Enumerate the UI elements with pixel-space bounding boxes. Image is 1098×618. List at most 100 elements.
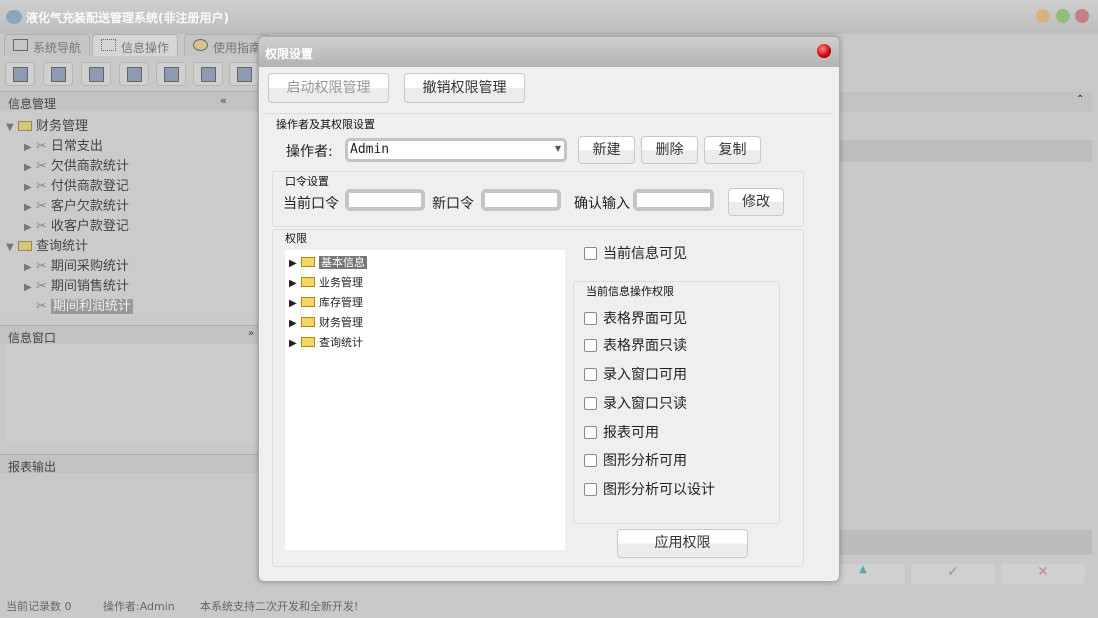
cancel-button[interactable]: ✕ <box>1000 563 1086 585</box>
info-tree: ▼ 财务管理 ▶ ✂ 日常支出 ▶ ✂ 欠供商款统计 ▶ ✂ 付供商款登记 ▶ ✂ 客户欠款统计 ▶ ✂ 收客户… <box>0 112 258 317</box>
app-logo-icon <box>6 10 22 24</box>
search-icon <box>13 67 28 82</box>
operation-permission-checkbox[interactable]: 图形分析可用 <box>584 450 687 470</box>
tool-icon: ✂ <box>36 159 47 174</box>
status-records: 当前记录数 0 <box>6 600 72 613</box>
tree-item[interactable]: ▶ ✂ 付供商款登记 <box>24 175 129 194</box>
tree-item[interactable]: ▶ ✂ 日常支出 <box>24 135 103 154</box>
toolbar-screen-button[interactable] <box>156 62 186 86</box>
document-icon <box>89 67 104 82</box>
enable-permission-button[interactable]: 启动权限管理 <box>268 73 389 103</box>
permission-tree-item[interactable]: ▶ 财务管理 <box>289 314 363 330</box>
divider <box>262 113 834 114</box>
new-operator-button[interactable]: 新建 <box>578 136 635 164</box>
collapse-icon[interactable]: « <box>220 94 227 107</box>
current-password-input[interactable] <box>345 189 425 211</box>
expand-arrow-icon[interactable]: ▶ <box>289 278 301 289</box>
password-group-label: 口令设置 <box>285 175 329 188</box>
new-password-label: 新口令 <box>432 196 474 212</box>
tree-item[interactable]: ▶ ✂ 欠供商款统计 <box>24 155 129 174</box>
toolbar-window-button[interactable] <box>229 62 259 86</box>
app-title: 液化气充装配送管理系统(非注册用户) <box>26 11 229 25</box>
operator-group-label: 操作者及其权限设置 <box>276 118 375 131</box>
permission-tree-item[interactable]: ▶ 业务管理 <box>289 274 363 290</box>
expand-arrow-icon[interactable]: ▶ <box>24 282 36 293</box>
expand-arrow-icon[interactable]: ▶ <box>24 162 36 173</box>
checkbox-icon <box>584 368 597 381</box>
tree-item[interactable]: ✂ 期间利润统计 <box>24 295 133 314</box>
expand-arrow-icon[interactable]: ▶ <box>24 142 36 153</box>
help-icon <box>193 39 208 51</box>
operation-permission-checkbox[interactable]: 报表可用 <box>584 422 659 442</box>
collapse-up-icon[interactable]: ⌃ <box>1076 94 1084 105</box>
dialog-close-icon[interactable] <box>817 44 831 58</box>
copy-operator-button[interactable]: 复制 <box>704 136 761 164</box>
expand-arrow-icon[interactable]: ▶ <box>289 338 301 349</box>
list-icon <box>51 67 66 82</box>
expand-arrow-icon[interactable]: ▶ <box>289 318 301 329</box>
modify-password-button[interactable]: 修改 <box>728 188 784 216</box>
checkbox-icon <box>584 312 597 325</box>
screen-icon <box>164 67 179 82</box>
tree-item[interactable]: ▶ ✂ 客户欠款统计 <box>24 195 129 214</box>
checkbox-icon <box>584 483 597 496</box>
checkbox-icon <box>584 426 597 439</box>
expand-arrow-icon[interactable]: ▶ <box>289 258 301 269</box>
tree-item[interactable]: ▶ ✂ 期间采购统计 <box>24 255 129 274</box>
tree-item[interactable]: ▼ 财务管理 <box>6 115 88 134</box>
permission-tree-item[interactable]: ▶ 基本信息 <box>289 254 367 270</box>
operation-permission-checkbox[interactable]: 表格界面可见 <box>584 308 687 328</box>
permission-tree-item[interactable]: ▶ 库存管理 <box>289 294 363 310</box>
tree-item[interactable]: ▼ 查询统计 <box>6 235 88 254</box>
confirm-button[interactable]: ✓ <box>910 563 996 585</box>
operation-permission-checkbox[interactable]: 表格界面只读 <box>584 335 687 355</box>
expand-arrow-icon[interactable]: ▶ <box>24 222 36 233</box>
folder-icon <box>18 241 32 251</box>
toolbar-document-button[interactable] <box>81 62 111 86</box>
checkbox-icon <box>584 247 597 260</box>
close-window-icon[interactable] <box>1075 9 1089 23</box>
delete-operator-button[interactable]: 删除 <box>641 136 698 164</box>
apply-permission-button[interactable]: 应用权限 <box>617 529 748 558</box>
operation-permission-checkbox[interactable]: 录入窗口可用 <box>584 364 687 384</box>
toolbar-search-button[interactable] <box>5 62 35 86</box>
new-password-input[interactable] <box>481 189 561 211</box>
collapse-arrow-icon[interactable]: ▼ <box>6 242 18 253</box>
grid-footer <box>840 530 1092 555</box>
user-icon <box>127 67 142 82</box>
confirm-password-input[interactable] <box>633 189 714 211</box>
permission-tree[interactable]: ▶ 基本信息 ▶ 业务管理 ▶ 库存管理 ▶ 财务管理 ▶ 查询统计 <box>285 250 565 550</box>
operation-permission-checkbox[interactable]: 录入窗口只读 <box>584 393 687 413</box>
expand-arrow-icon[interactable]: ▶ <box>24 182 36 193</box>
current-info-visible-checkbox[interactable]: 当前信息可见 <box>584 243 687 263</box>
info-window-header: 信息窗口» <box>0 325 258 345</box>
maximize-icon[interactable] <box>1056 9 1070 23</box>
expand-arrow-icon[interactable]: ▶ <box>24 262 36 273</box>
minimize-icon[interactable] <box>1036 9 1050 23</box>
expand-arrow-icon[interactable]: ▶ <box>289 298 301 309</box>
checkbox-icon <box>584 339 597 352</box>
tool-icon: ✂ <box>36 179 47 194</box>
tree-item[interactable]: ▶ ✂ 收客户款登记 <box>24 215 129 234</box>
tree-item[interactable]: ▶ ✂ 期间销售统计 <box>24 275 129 294</box>
checkbox-icon <box>584 397 597 410</box>
tool-icon: ✂ <box>36 199 47 214</box>
toolbar-user-button[interactable] <box>119 62 149 86</box>
operation-permission-checkbox[interactable]: 图形分析可以设计 <box>584 479 715 499</box>
operation-group-label: 当前信息操作权限 <box>586 285 674 298</box>
expand-icon[interactable]: » <box>248 328 254 339</box>
collapse-arrow-icon[interactable]: ▼ <box>6 122 18 133</box>
tab-info-ops[interactable]: 信息操作 <box>92 34 179 56</box>
permission-tree-item[interactable]: ▶ 查询统计 <box>289 334 363 350</box>
toolbar-export-button[interactable] <box>193 62 223 86</box>
tool-icon: ✂ <box>36 279 47 294</box>
folder-icon <box>301 297 315 307</box>
grid-icon <box>101 39 116 51</box>
expand-arrow-icon[interactable]: ▶ <box>24 202 36 213</box>
toolbar-list-button[interactable] <box>43 62 73 86</box>
tab-system-nav[interactable]: 系统导航 <box>4 34 91 56</box>
confirm-password-label: 确认输入 <box>574 196 630 212</box>
permission-group-label: 权限 <box>285 232 307 245</box>
operator-select[interactable]: Admin ▼ <box>345 138 567 162</box>
revoke-permission-button[interactable]: 撤销权限管理 <box>404 73 525 103</box>
